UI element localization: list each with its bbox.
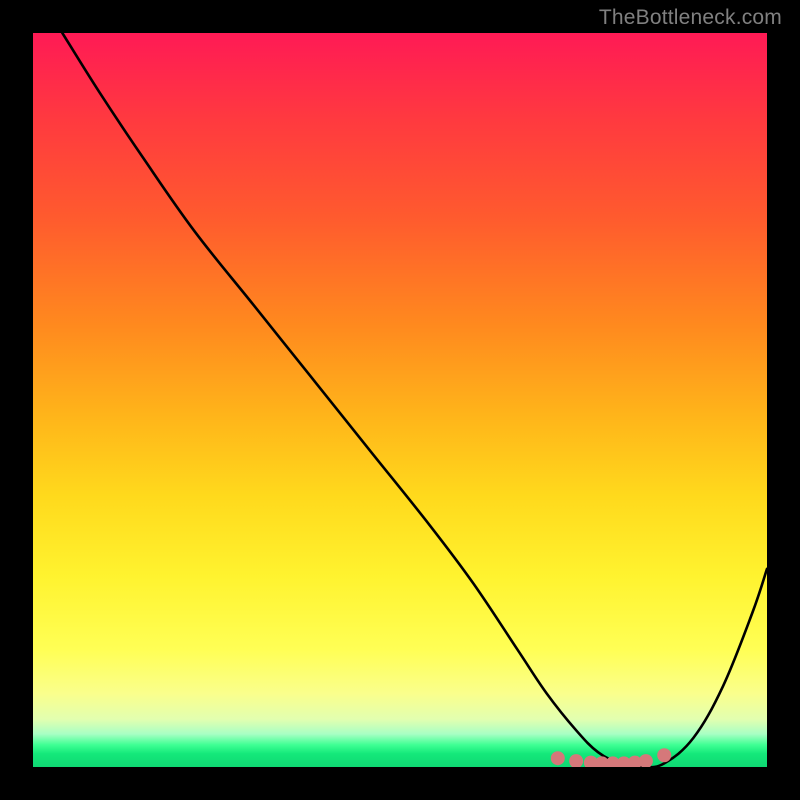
- chart-svg: [33, 33, 767, 767]
- chart-plot-area: [33, 33, 767, 767]
- attribution-label: TheBottleneck.com: [599, 6, 782, 30]
- bottleneck-minimum-dots: [551, 748, 671, 767]
- bottleneck-curve: [62, 33, 767, 767]
- marker-dot: [569, 754, 583, 767]
- marker-dot: [657, 748, 671, 762]
- chart-frame: TheBottleneck.com: [0, 0, 800, 800]
- marker-dot: [639, 754, 653, 767]
- marker-dot: [551, 751, 565, 765]
